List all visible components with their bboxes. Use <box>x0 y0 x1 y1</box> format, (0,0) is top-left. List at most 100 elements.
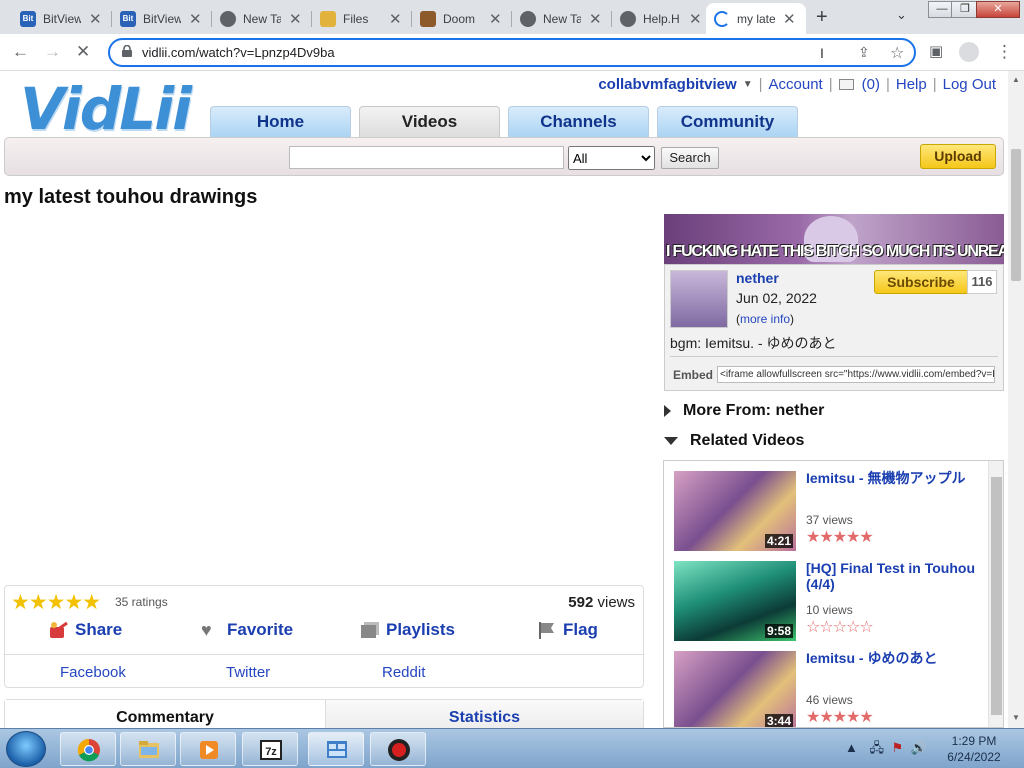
close-tab-icon[interactable]: ✕ <box>689 10 702 28</box>
media-player-icon <box>200 741 218 759</box>
close-tab-icon[interactable]: ✕ <box>89 10 102 28</box>
scrollbar-thumb[interactable] <box>1011 149 1021 281</box>
profile-avatar-icon[interactable] <box>959 42 979 62</box>
close-tab-icon[interactable]: ✕ <box>389 10 402 28</box>
rating-stars[interactable]: ★★★★★ <box>11 590 101 615</box>
browser-tab-active[interactable]: my late ✕ <box>706 3 806 34</box>
account-link[interactable]: Account <box>769 76 823 93</box>
nav-tab-channels[interactable]: Channels <box>508 106 649 138</box>
tab-search-chevron-icon[interactable]: ⌄ <box>896 7 907 23</box>
related-video-views: 10 views <box>806 603 853 617</box>
menu-kebab-icon[interactable]: ⋮ <box>996 42 1013 62</box>
related-videos-list: 4:21 Iemitsu - 無機物アップル 37 views ★★★★★ 9:… <box>663 460 1004 728</box>
video-player[interactable] <box>4 212 644 584</box>
related-video-item[interactable]: 9:58 [HQ] Final Test in Touhou (4/4) 10 … <box>674 560 986 641</box>
maximize-window-button[interactable]: ❐ <box>951 1 979 18</box>
share-twitter-link[interactable]: Twitter <box>226 664 270 681</box>
close-tab-icon[interactable]: ✕ <box>289 10 302 28</box>
related-videos-section-header[interactable]: Related Videos <box>664 432 804 450</box>
inbox-count-link[interactable]: (0) <box>862 76 880 93</box>
nav-tab-videos[interactable]: Videos <box>359 106 500 138</box>
username-link[interactable]: collabvmfagbitview <box>598 76 736 93</box>
forward-arrow-icon[interactable]: → <box>44 42 61 62</box>
tab-title: my late <box>737 11 775 26</box>
share-reddit-link[interactable]: Reddit <box>382 664 425 681</box>
browser-tab[interactable]: Help.H ✕ <box>612 3 712 34</box>
close-tab-icon[interactable]: ✕ <box>489 10 502 28</box>
embed-code-field[interactable]: <iframe allowfullscreen src="https://www… <box>717 366 995 383</box>
flag-button[interactable]: Flag <box>537 620 598 640</box>
channel-name-link[interactable]: nether <box>736 270 779 286</box>
nav-tab-home[interactable]: Home <box>210 106 351 138</box>
taskbar-recorder-button[interactable] <box>370 732 426 766</box>
browser-tab[interactable]: Doom ✕ <box>412 3 512 34</box>
video-thumbnail[interactable]: 4:21 <box>674 471 796 551</box>
nav-tab-community[interactable]: Community <box>657 106 798 138</box>
close-tab-icon[interactable]: ✕ <box>783 10 796 28</box>
logout-link[interactable]: Log Out <box>943 76 996 93</box>
lock-icon[interactable] <box>122 45 132 57</box>
subscribe-button[interactable]: Subscribe <box>874 270 968 294</box>
video-duration: 9:58 <box>764 624 793 638</box>
channel-banner[interactable]: I FUCKING HATE THIS BITCH SO MUCH ITS UN… <box>664 214 1004 264</box>
help-link[interactable]: Help <box>896 76 927 93</box>
more-from-section-header[interactable]: More From: nether <box>664 402 824 420</box>
page-scrollbar[interactable]: ▲ ▼ <box>1008 71 1024 728</box>
related-video-title[interactable]: Iemitsu - 無機物アップル <box>806 470 986 486</box>
vidlii-logo[interactable]: VidLii <box>20 75 192 143</box>
url-text[interactable]: vidlii.com/watch?v=Lpnzp4Dv9ba <box>142 45 335 60</box>
action-center-flag-icon[interactable]: ⚑ <box>892 740 904 755</box>
taskbar-chrome-button[interactable] <box>60 732 116 766</box>
browser-tab[interactable]: Bit BitView ✕ <box>12 3 112 34</box>
browser-tab[interactable]: New Tab ✕ <box>212 3 312 34</box>
search-button[interactable]: Search <box>661 147 719 169</box>
related-video-title[interactable]: Iemitsu - ゆめのあと <box>806 650 986 666</box>
inbox-envelope-icon[interactable] <box>838 79 854 90</box>
taskbar-7zip-button[interactable]: 7z <box>242 732 298 766</box>
video-thumbnail[interactable]: 9:58 <box>674 561 796 641</box>
network-icon[interactable]: 🖧 <box>870 740 885 755</box>
taskbar-explorer-button[interactable] <box>120 732 176 766</box>
tab-commentary[interactable]: Commentary <box>5 700 325 728</box>
more-info-link[interactable]: more info <box>740 312 790 326</box>
share-icon[interactable]: ⇪ <box>858 44 870 61</box>
tab-title: Files <box>343 11 369 26</box>
start-button[interactable] <box>6 731 46 767</box>
related-video-item[interactable]: 4:21 Iemitsu - 無機物アップル 37 views ★★★★★ <box>674 470 986 551</box>
scroll-down-arrow-icon[interactable]: ▼ <box>1012 713 1020 722</box>
close-window-button[interactable]: ✕ <box>976 1 1020 18</box>
related-video-title[interactable]: [HQ] Final Test in Touhou (4/4) <box>806 560 986 592</box>
related-list-scrollbar[interactable] <box>988 461 1003 727</box>
channel-avatar[interactable] <box>670 270 728 328</box>
search-filter-select[interactable]: All <box>568 146 655 170</box>
close-tab-icon[interactable]: ✕ <box>189 10 202 28</box>
show-hidden-icons-icon[interactable]: ▲ <box>845 740 858 755</box>
scroll-up-arrow-icon[interactable]: ▲ <box>1012 75 1020 84</box>
bookmark-star-icon[interactable]: ☆ <box>890 43 904 63</box>
share-button[interactable]: Share <box>49 620 122 640</box>
user-dropdown-arrow-icon[interactable]: ▼ <box>743 79 753 90</box>
browser-tab[interactable]: Files ✕ <box>312 3 412 34</box>
new-tab-button[interactable]: + <box>816 6 828 29</box>
browser-tab[interactable]: New Tab ✕ <box>512 3 612 34</box>
video-thumbnail[interactable]: 3:44 <box>674 651 796 727</box>
browser-tab[interactable]: Bit BitView ✕ <box>112 3 212 34</box>
address-bar[interactable]: vidlii.com/watch?v=Lpnzp4Dv9ba I ⇪ ☆ <box>108 38 916 67</box>
browser-toolbar: ← → ✕ vidlii.com/watch?v=Lpnzp4Dv9ba I ⇪… <box>0 34 1024 71</box>
taskbar-media-button[interactable] <box>180 732 236 766</box>
upload-button[interactable]: Upload <box>920 144 996 169</box>
side-panel-icon[interactable]: ▣ <box>929 42 943 60</box>
volume-icon[interactable]: 🔊 <box>911 740 927 755</box>
taskbar-clock[interactable]: 1:29 PM 6/24/2022 <box>936 733 1012 765</box>
back-arrow-icon[interactable]: ← <box>12 42 29 62</box>
search-input[interactable] <box>289 146 564 169</box>
playlists-button[interactable]: Playlists <box>360 620 455 640</box>
taskbar-control-panel-button[interactable] <box>308 732 364 766</box>
close-tab-icon[interactable]: ✕ <box>589 10 602 28</box>
share-facebook-link[interactable]: Facebook <box>60 664 126 681</box>
stop-loading-icon[interactable]: ✕ <box>76 42 90 62</box>
tab-title: BitView <box>143 11 181 26</box>
related-video-item[interactable]: 3:44 Iemitsu - ゆめのあと 46 views ★★★★★ <box>674 650 986 727</box>
favorite-button[interactable]: ♥ Favorite <box>201 620 293 640</box>
tab-statistics[interactable]: Statistics <box>325 700 643 728</box>
